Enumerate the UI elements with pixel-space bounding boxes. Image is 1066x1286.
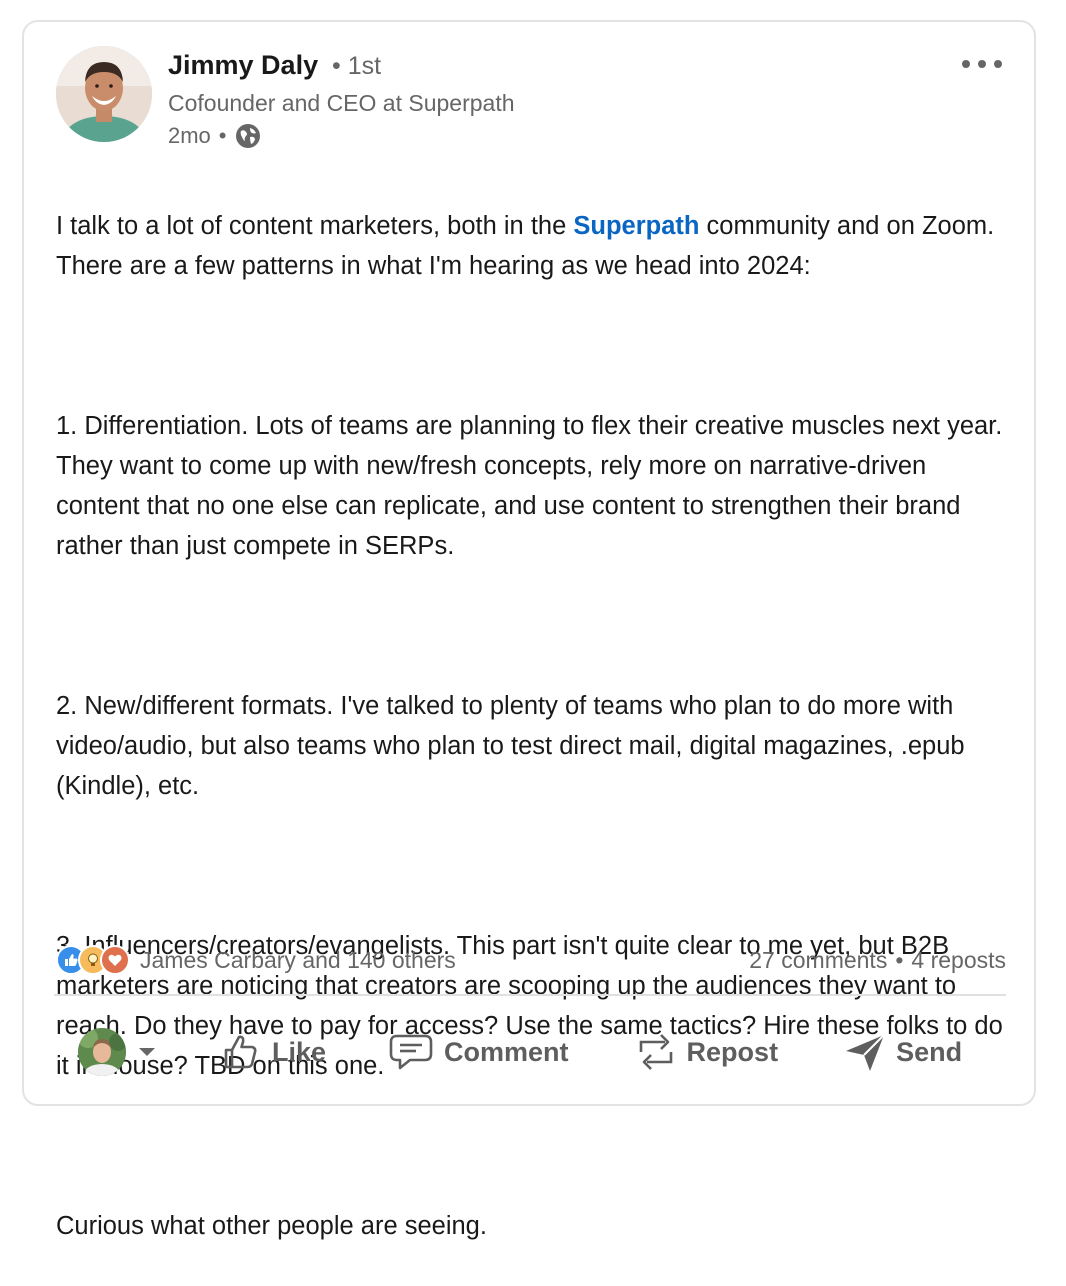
post-paragraph: Curious what other people are seeing. xyxy=(56,1212,487,1240)
author-headline: Cofounder and CEO at Superpath xyxy=(168,90,515,116)
reaction-icons[interactable] xyxy=(56,945,130,975)
post-card: Jimmy Daly • 1st Cofounder and CEO at Su… xyxy=(22,20,1036,1240)
comment-icon xyxy=(389,1034,433,1070)
divider xyxy=(54,994,1006,996)
counts-separator: • xyxy=(895,946,904,973)
send-label: Send xyxy=(896,1036,963,1067)
author-photo xyxy=(56,46,152,142)
actor-avatar xyxy=(78,1028,126,1076)
repost-label: Repost xyxy=(686,1036,779,1067)
reposts-count[interactable]: 4 reposts xyxy=(911,947,1006,974)
social-counts: James Carbary and 140 others 27 comments… xyxy=(56,942,1006,978)
meta-separator: • xyxy=(218,123,227,148)
post-time[interactable]: 2mo xyxy=(168,123,211,149)
reactors-text[interactable]: James Carbary and 140 others xyxy=(140,947,456,974)
post-text: I talk to a lot of content marketers, bo… xyxy=(56,166,1016,1286)
more-horizontal-icon xyxy=(962,60,1002,68)
post-paragraph: 1. Differentiation. Lots of teams are pl… xyxy=(56,412,1003,560)
post-paragraph: 2. New/different formats. I've talked to… xyxy=(56,692,965,800)
action-bar: Like Comment Repost Send xyxy=(54,1020,1006,1084)
connection-degree: • 1st xyxy=(332,52,382,80)
love-reaction-icon xyxy=(100,945,130,975)
author-avatar[interactable] xyxy=(56,46,152,142)
post-text-segment: I talk to a lot of content marketers, bo… xyxy=(56,212,574,240)
repost-button[interactable]: Repost xyxy=(635,1030,779,1074)
author-name[interactable]: Jimmy Daly xyxy=(168,50,318,81)
chevron-down-icon xyxy=(139,1048,155,1056)
more-options-button[interactable] xyxy=(958,50,1006,78)
globe-icon xyxy=(235,123,261,149)
send-button[interactable]: Send xyxy=(844,1031,962,1073)
post-meta: 2mo • xyxy=(168,122,261,150)
comments-count[interactable]: 27 comments xyxy=(749,947,887,974)
comment-button[interactable]: Comment xyxy=(388,1032,569,1072)
actor-switcher[interactable] xyxy=(78,1028,160,1076)
like-button[interactable]: Like xyxy=(220,1031,326,1073)
like-label: Like xyxy=(272,1036,327,1067)
comment-label: Comment xyxy=(444,1036,569,1067)
like-icon xyxy=(224,1035,257,1069)
repost-icon xyxy=(639,1034,672,1070)
post-paragraph: I talk to a lot of content marketers, bo… xyxy=(56,206,1016,286)
engagement-counts: 27 comments • 4 reposts xyxy=(749,947,1006,974)
send-icon xyxy=(846,1034,885,1071)
mention-link[interactable]: Superpath xyxy=(573,212,699,240)
